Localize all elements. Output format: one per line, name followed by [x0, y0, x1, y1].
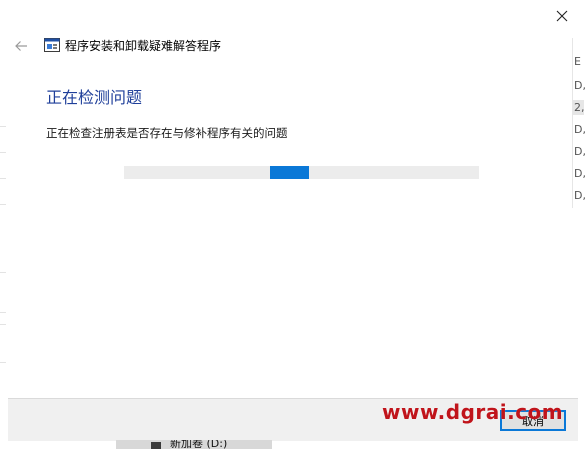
back-button[interactable] — [10, 36, 32, 56]
drive-icon — [151, 442, 161, 449]
window-title: 程序安装和卸载疑难解答程序 — [65, 39, 222, 53]
background-window-strip: E D, 2, D, D, D, D, — [572, 38, 585, 208]
background-fragment: D, — [574, 79, 585, 92]
watermark: www.dgrai.com — [382, 400, 564, 424]
dialog-header: 程序安装和卸载疑难解答程序 — [0, 32, 560, 60]
background-left-edge — [0, 0, 8, 400]
background-fragment: D, — [574, 123, 585, 136]
background-fragment: D, — [574, 145, 585, 158]
progress-indicator — [269, 166, 309, 179]
background-fragment: E — [574, 55, 581, 68]
background-fragment: D, — [574, 167, 585, 180]
background-drive-item: 新加卷 (D:) — [116, 440, 272, 449]
back-arrow-icon — [15, 41, 27, 51]
status-message: 正在检查注册表是否存在与修补程序有关的问题 — [46, 126, 288, 140]
close-button[interactable] — [539, 0, 585, 32]
background-fragment: 2, — [574, 101, 585, 114]
background-fragment: D, — [574, 189, 585, 202]
page-heading: 正在检测问题 — [46, 88, 143, 107]
troubleshooter-dialog: E D, 2, D, D, D, D, 程序安装和卸载疑难解答程序 正在检测问题 — [0, 0, 585, 449]
drive-label: 新加卷 (D:) — [170, 440, 228, 449]
close-icon — [556, 10, 568, 22]
troubleshooter-app-icon — [44, 38, 60, 52]
progress-bar — [124, 166, 479, 179]
